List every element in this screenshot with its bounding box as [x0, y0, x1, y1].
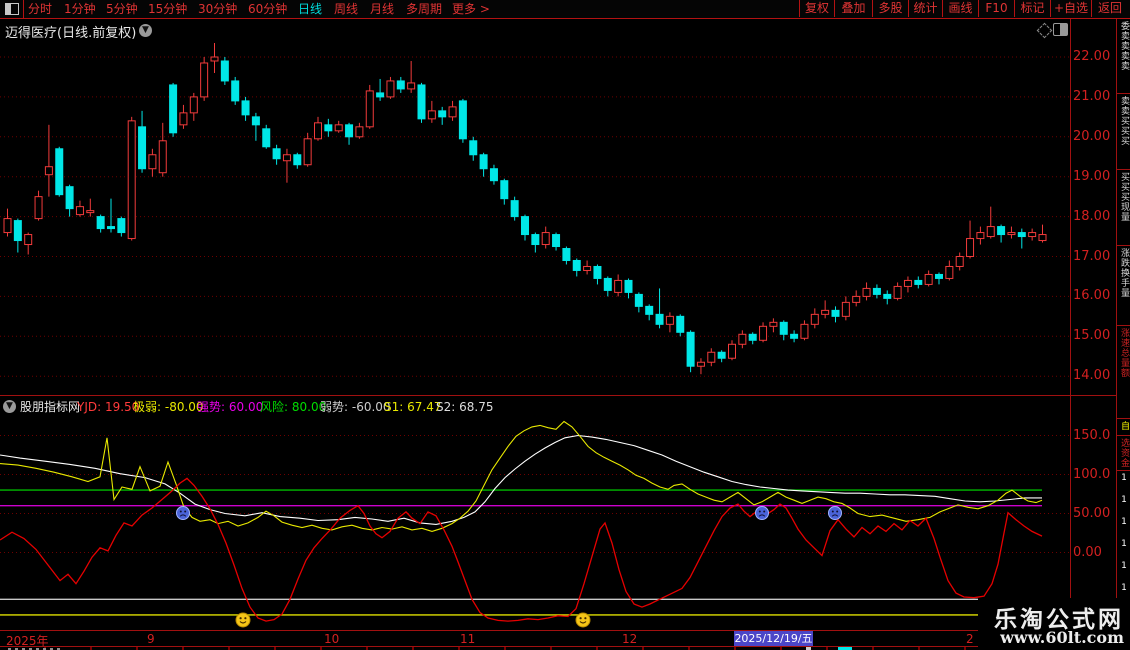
month-label-10: 10: [324, 632, 339, 646]
strip-segment-6: 选资金: [1117, 436, 1130, 471]
month-label-2: 2: [966, 632, 974, 646]
indicator-tick-0.00: 0.00: [1073, 547, 1115, 559]
time-axis: 2025年 91011122 2025/12/19/五: [0, 631, 1130, 646]
smile-face-icon: [576, 613, 590, 627]
chart-canvas: [0, 0, 1130, 650]
smile-face-icon: [236, 613, 250, 627]
indicator-header: 股朋指标网YJD: 19.50极弱: -80.00强势: 60.00风险: 80…: [0, 398, 1060, 416]
strip-segment-0: 委卖卖卖卖: [1117, 19, 1130, 94]
price-tick-18.00: 18.00: [1073, 211, 1115, 223]
month-label-12: 12: [622, 632, 637, 646]
price-tick-17.00: 17.00: [1073, 251, 1115, 263]
indicator-header-item-2: 极弱: -80.00: [133, 398, 204, 416]
price-tick-15.00: 15.00: [1073, 330, 1115, 342]
quote-panel-strip[interactable]: 委卖卖卖卖卖卖买买买买买买现量涨跌换手量涨速总量额自选资金1 1 1 1 1 1…: [1116, 19, 1130, 650]
strip-segment-4: 涨速总量额: [1117, 326, 1130, 419]
price-tick-16.00: 16.00: [1073, 290, 1115, 302]
sad-face-icon: [177, 507, 190, 520]
watermark: 乐淘公式网 www.60lt.com: [978, 598, 1130, 650]
month-label-11: 11: [460, 632, 475, 646]
indicator-header-item-0: 股朋指标网: [20, 398, 80, 416]
strip-segment-3: 涨跌换手量: [1117, 246, 1130, 326]
sad-face-icon: [756, 507, 769, 520]
watermark-url: www.60lt.com: [1000, 628, 1124, 647]
price-tick-19.00: 19.00: [1073, 171, 1115, 183]
cursor-date-label: 2025/12/19/五: [734, 631, 813, 646]
strip-segment-1: 卖卖买买买: [1117, 94, 1130, 170]
indicator-tick-50.00: 50.00: [1073, 508, 1115, 520]
price-tick-14.00: 14.00: [1073, 370, 1115, 382]
price-tick-22.00: 22.00: [1073, 51, 1115, 63]
indicator-header-item-5: 弱势: -60.00: [320, 398, 391, 416]
price-tick-21.00: 21.00: [1073, 91, 1115, 103]
sad-face-icon: [829, 507, 842, 520]
indicator-tick-100.0: 100.0: [1073, 469, 1115, 481]
indicator-header-item-6: S1: 67.47: [384, 398, 441, 416]
indicator-header-item-7: S2: 68.75: [436, 398, 493, 416]
indicator-header-item-1: YJD: 19.50: [77, 398, 139, 416]
price-tick-20.00: 20.00: [1073, 131, 1115, 143]
app-window: 分时1分钟5分钟15分钟30分钟60分钟日线周线月线多周期更多 > 复权叠加多股…: [0, 0, 1130, 650]
indicator-header-item-3: 强势: 60.00: [197, 398, 263, 416]
strip-segment-5: 自: [1117, 419, 1130, 436]
indicator-tick-150.0: 150.0: [1073, 430, 1115, 442]
month-label-9: 9: [147, 632, 155, 646]
strip-segment-7: 1 1 1 1 1 1 1 1: [1117, 471, 1130, 603]
indicator-header-item-4: 风险: 80.00: [260, 398, 326, 416]
strip-segment-2: 买买买现量: [1117, 170, 1130, 246]
